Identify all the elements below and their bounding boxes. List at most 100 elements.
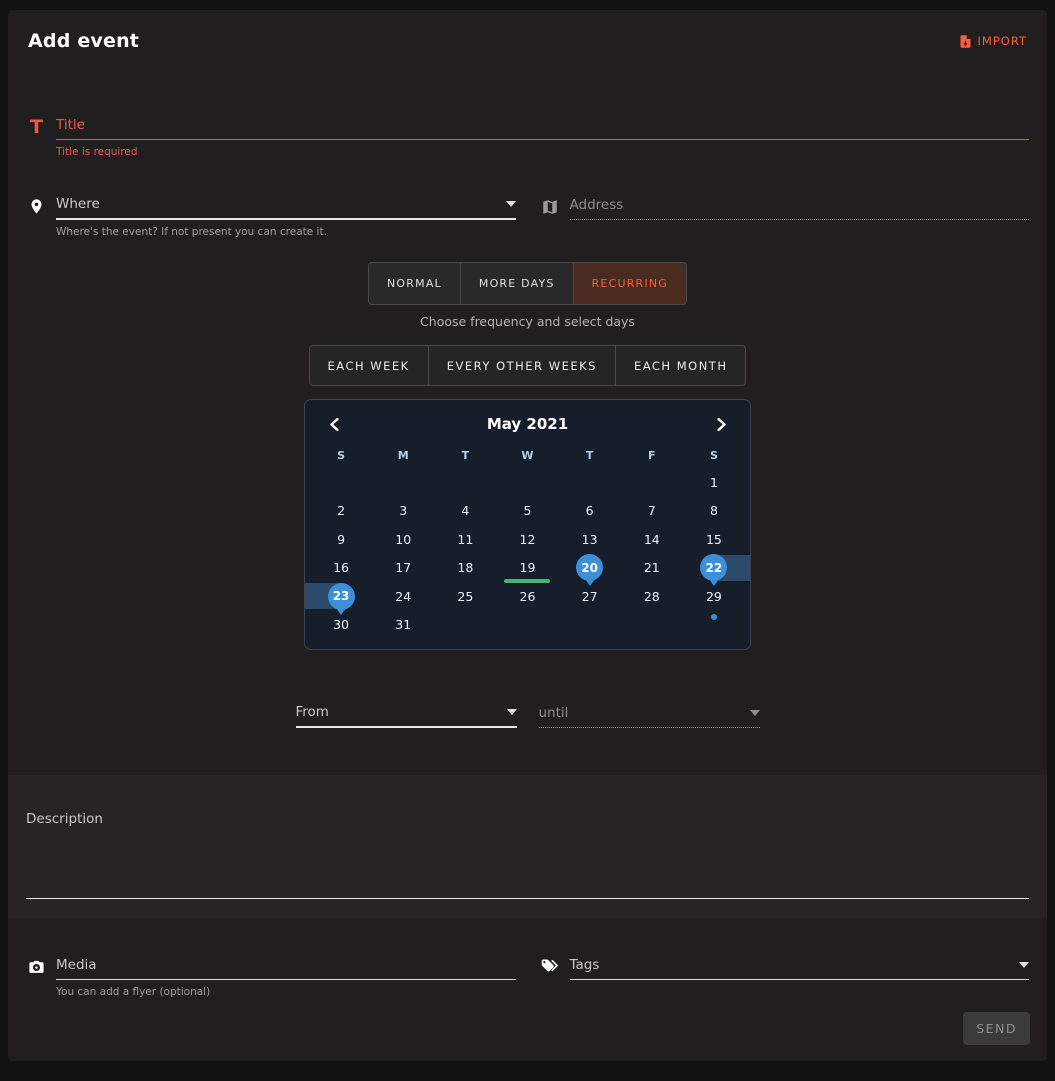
event-dot [711, 614, 717, 620]
calendar-day-31[interactable]: 31 [372, 611, 434, 640]
camera-icon [26, 956, 47, 977]
tags-icon [540, 956, 561, 977]
import-button[interactable]: IMPORT [958, 33, 1027, 50]
weekday-header: F [621, 449, 683, 462]
next-month-button[interactable] [709, 412, 733, 436]
day-number: 18 [457, 560, 473, 575]
day-number: 19 [520, 560, 536, 575]
weekday-header: S [310, 449, 372, 462]
calendar-week-row: 1617 18 19 20 2122 [310, 554, 745, 583]
chevron-down-icon [750, 710, 760, 716]
calendar-day-10[interactable]: 10 [372, 525, 434, 554]
frequency-tab-each-week[interactable]: EACH WEEK [310, 346, 429, 385]
from-placeholder: From [296, 704, 329, 720]
map-icon [540, 196, 561, 217]
address-input[interactable]: Address [570, 194, 1030, 220]
until-placeholder: until [539, 705, 569, 721]
frequency-tabs-wrap: EACH WEEKEVERY OTHER WEEKSEACH MONTH [8, 345, 1047, 386]
calendar-header: May 2021 [310, 406, 745, 442]
description-underline [26, 898, 1029, 899]
time-row: From until [296, 702, 760, 728]
calendar-day-23[interactable]: 23 [310, 582, 372, 611]
weekday-header: T [434, 449, 496, 462]
calendar-day-15[interactable]: 15 [683, 525, 745, 554]
day-number: 30 [333, 617, 349, 632]
tab-more-days[interactable]: MORE DAYS [461, 263, 574, 304]
address-placeholder: Address [570, 197, 624, 213]
calendar-week-row: 910111213 14 15 [310, 525, 745, 554]
where-select[interactable]: Where [56, 194, 516, 220]
calendar-day-7[interactable]: 7 [621, 497, 683, 526]
weekday-header: M [372, 449, 434, 462]
calendar-day-28[interactable]: 28 [621, 582, 683, 611]
day-number: 28 [644, 589, 660, 604]
title-error-text: Title is required [56, 146, 1029, 158]
from-time-select[interactable]: From [296, 702, 517, 728]
calendar-day-3[interactable]: 3 [372, 497, 434, 526]
frequency-tab-each-month[interactable]: EACH MONTH [616, 346, 746, 385]
title-field-row: T Title Title is required [26, 114, 1029, 158]
prev-month-button[interactable] [322, 412, 346, 436]
calendar-day-empty [559, 468, 621, 497]
calendar-day-13[interactable]: 13 [559, 525, 621, 554]
day-number: 14 [644, 532, 660, 547]
dialog-header: Add event IMPORT [8, 10, 1047, 52]
calendar-day-25[interactable]: 25 [434, 582, 496, 611]
calendar-day-24[interactable]: 24 [372, 582, 434, 611]
day-number: 2 [337, 503, 345, 518]
calendar-day-21[interactable]: 21 [621, 554, 683, 583]
calendar-day-20[interactable]: 20 [559, 554, 621, 583]
calendar-day-11[interactable]: 11 [434, 525, 496, 554]
title-placeholder: Title [56, 117, 85, 133]
tab-normal[interactable]: NORMAL [369, 263, 461, 304]
calendar-day-6[interactable]: 6 [559, 497, 621, 526]
calendar-day-18[interactable]: 18 [434, 554, 496, 583]
calendar-day-30[interactable]: 30 [310, 611, 372, 640]
calendar-day-27[interactable]: 27 [559, 582, 621, 611]
calendar-day-empty [496, 468, 558, 497]
chevron-down-icon [507, 709, 517, 715]
tab-recurring[interactable]: RECURRING [574, 263, 686, 304]
where-helper-text: Where's the event? If not present you ca… [56, 226, 516, 238]
tags-field-row: Tags [540, 954, 1030, 998]
calendar-day-29[interactable]: 29 [683, 582, 745, 611]
calendar-day-1[interactable]: 1 [683, 468, 745, 497]
location-pin-icon [26, 196, 47, 217]
calendar-day-empty [310, 468, 372, 497]
page-title: Add event [28, 30, 139, 52]
description-placeholder: Description [26, 811, 1029, 827]
chevron-down-icon [1019, 962, 1029, 968]
calendar-day-19[interactable]: 19 [496, 554, 558, 583]
import-label: IMPORT [978, 34, 1027, 48]
day-number: 8 [710, 503, 718, 518]
calendar-day-empty [559, 611, 621, 640]
calendar-day-22[interactable]: 22 [683, 554, 745, 583]
calendar-day-26[interactable]: 26 [496, 582, 558, 611]
selected-day-marker: 20 [576, 554, 603, 581]
calendar-day-12[interactable]: 12 [496, 525, 558, 554]
day-number: 5 [524, 503, 532, 518]
mode-tabs-wrap: NORMALMORE DAYSRECURRING [8, 262, 1047, 305]
calendar-day-14[interactable]: 14 [621, 525, 683, 554]
until-time-select[interactable]: until [539, 702, 760, 728]
where-field-row: Where Where's the event? If not present … [26, 194, 516, 238]
where-address-row: Where Where's the event? If not present … [26, 194, 1029, 238]
chevron-down-icon [506, 201, 516, 207]
calendar-week-row: 2 34 5 67 8 [310, 497, 745, 526]
frequency-tabs: EACH WEEKEVERY OTHER WEEKSEACH MONTH [309, 345, 747, 386]
calendar-day-5[interactable]: 5 [496, 497, 558, 526]
description-section[interactable]: Description [8, 775, 1047, 918]
calendar-day-2[interactable]: 2 [310, 497, 372, 526]
send-button[interactable]: SEND [963, 1012, 1030, 1045]
media-input[interactable]: Media [56, 954, 516, 980]
calendar-day-8[interactable]: 8 [683, 497, 745, 526]
frequency-tab-every-other-weeks[interactable]: EVERY OTHER WEEKS [429, 346, 616, 385]
tags-select[interactable]: Tags [570, 954, 1030, 980]
title-input[interactable]: Title [56, 114, 1029, 140]
media-placeholder: Media [56, 957, 97, 973]
calendar-day-17[interactable]: 17 [372, 554, 434, 583]
day-number: 31 [395, 617, 411, 632]
calendar-day-9[interactable]: 9 [310, 525, 372, 554]
calendar-day-16[interactable]: 16 [310, 554, 372, 583]
calendar-day-4[interactable]: 4 [434, 497, 496, 526]
